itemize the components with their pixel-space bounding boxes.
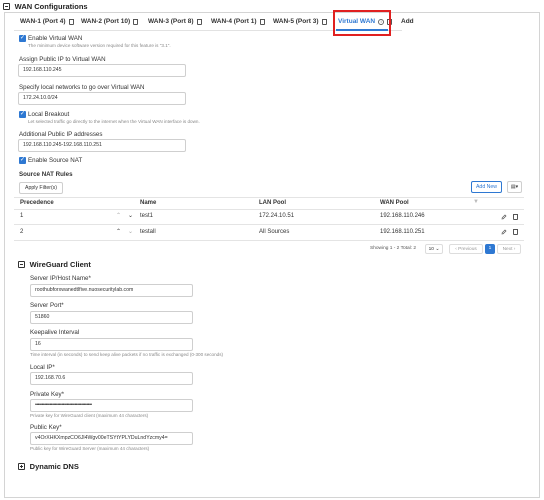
section-title: WAN Configurations <box>14 2 88 11</box>
expand-icon[interactable] <box>18 463 25 470</box>
next-button[interactable]: Next › <box>497 244 521 254</box>
keepalive-label: Keepalive Interval <box>30 329 80 336</box>
row-name: test1 <box>140 213 154 219</box>
chevron-down-icon: ⌄ <box>435 247 440 252</box>
col-lan-pool[interactable]: LAN Pool <box>259 200 286 206</box>
source-nat-label: Enable Source NAT <box>28 157 83 164</box>
edit-icon[interactable] <box>501 229 507 235</box>
dynamic-dns-header[interactable]: Dynamic DNS <box>18 462 79 471</box>
tab-wan-4[interactable]: WAN-4 (Port 1) <box>211 18 265 25</box>
server-input[interactable]: roothubforxwanedtlfive.nuosecuritylab.co… <box>30 284 193 297</box>
col-name[interactable]: Name <box>140 200 156 206</box>
row-wan-pool: 192.168.110.246 <box>380 213 425 219</box>
trash-icon[interactable] <box>133 18 139 25</box>
wan-config-header[interactable]: WAN Configurations <box>3 2 88 11</box>
row-lan-pool: 172.24.10.51 <box>259 213 295 219</box>
public-key-hint: Public key for WireGuard Server (maximum… <box>30 446 150 451</box>
enable-virtual-wan-label: Enable Virtual WAN <box>28 35 83 42</box>
edit-icon[interactable] <box>501 214 507 220</box>
tab-wan-2[interactable]: WAN-2 (Port 10) <box>81 18 139 25</box>
local-breakout-checkbox[interactable]: ✓ <box>19 111 26 118</box>
server-label: Server IP/Host Name* <box>30 275 91 282</box>
move-down-icon[interactable]: ⌄ <box>128 212 133 219</box>
enable-virtual-wan-checkbox[interactable]: ✓ <box>19 35 26 42</box>
local-ip-label: Local IP* <box>30 364 55 371</box>
additional-ips-label: Additional Public IP addresses <box>19 131 103 138</box>
trash-icon[interactable] <box>68 18 74 25</box>
columns-menu-button[interactable]: ▤▾ <box>507 181 522 193</box>
local-networks-label: Specify local networks to go over Virtua… <box>19 84 145 91</box>
move-up-icon[interactable]: ⌃ <box>116 228 121 235</box>
tab-wan-5[interactable]: WAN-5 (Port 3) <box>273 18 327 25</box>
trash-icon[interactable] <box>513 214 518 220</box>
tab-wan-3[interactable]: WAN-3 (Port 8) <box>148 18 202 25</box>
dynamic-dns-title: Dynamic DNS <box>29 462 79 471</box>
tab-label: WAN-5 (Port 3) <box>273 18 319 25</box>
page-size-value: 10 <box>428 247 434 252</box>
collapse-icon[interactable] <box>18 261 25 268</box>
next-label: Next <box>502 247 513 252</box>
row-name: testall <box>140 229 156 235</box>
public-key-label: Public Key* <box>30 424 62 431</box>
filter-icon[interactable]: ▼ <box>473 199 479 205</box>
table-bottom-border <box>14 240 524 241</box>
add-new-button[interactable]: Add New <box>471 181 502 193</box>
keepalive-input[interactable]: 16 <box>30 338 193 351</box>
page-size-select[interactable]: 10 ⌄ <box>425 244 443 254</box>
assign-ip-label: Assign Public IP to Virtual WAN <box>19 56 106 63</box>
nat-rules-title: Source NAT Rules <box>19 171 73 178</box>
tab-label: Add <box>401 18 414 25</box>
private-key-hint: Private key for WireGuard client (maximu… <box>30 413 149 418</box>
local-breakout-hint: Let selected traffic go directly to the … <box>28 119 200 124</box>
move-down-icon[interactable]: ⌄ <box>128 228 133 235</box>
private-key-input[interactable]: ••••••••••••••••••••••••••••••••••••••••… <box>30 399 193 412</box>
keepalive-hint: Time interval (in seconds) to send keep … <box>30 352 224 357</box>
additional-ips-input[interactable]: 192.168.110.245-192.168.110.251 <box>18 139 186 152</box>
showing-text: Showing 1 - 2 Total: 2 <box>370 246 417 251</box>
enable-virtual-wan-hint: The minimum device software version requ… <box>28 43 171 48</box>
col-precedence[interactable]: Precedence <box>20 200 54 206</box>
server-port-input[interactable]: 51860 <box>30 311 193 324</box>
row-precedence: 1 <box>20 213 24 219</box>
wireguard-title: WireGuard Client <box>29 260 91 269</box>
tab-label: WAN-2 (Port 10) <box>81 18 131 25</box>
tab-add[interactable]: Add <box>401 18 414 25</box>
tab-label: WAN-4 (Port 1) <box>211 18 257 25</box>
tab-label: WAN-3 (Port 8) <box>148 18 194 25</box>
local-breakout-label: Local Breakout <box>28 111 70 118</box>
private-key-label: Private Key* <box>30 391 65 398</box>
row-precedence: 2 <box>20 229 24 235</box>
tab-wan-1[interactable]: WAN-1 (Port 4) <box>20 18 74 25</box>
row-lan-pool: All Sources <box>259 229 290 235</box>
assign-ip-input[interactable]: 192.168.110.245 <box>18 64 186 77</box>
previous-label: Previous <box>458 247 477 252</box>
previous-button[interactable]: ‹ Previous <box>449 244 483 254</box>
server-port-label: Server Port* <box>30 302 64 309</box>
table-top-border <box>14 197 524 198</box>
row-wan-pool: 192.168.110.251 <box>380 229 425 235</box>
collapse-icon[interactable] <box>3 3 10 10</box>
local-ip-input[interactable]: 192.168.70.6 <box>30 372 193 385</box>
page-1-button[interactable]: 1 <box>485 244 495 254</box>
source-nat-checkbox[interactable]: ✓ <box>19 157 26 164</box>
wireguard-header[interactable]: WireGuard Client <box>18 260 91 269</box>
trash-icon[interactable] <box>321 18 327 25</box>
public-key-input[interactable]: v4OrXHKXmpzCO6Jl4Wgv00eTSYtYPLYDuLndYzcm… <box>30 432 193 445</box>
trash-icon[interactable] <box>259 18 265 25</box>
move-up-icon[interactable]: ⌃ <box>116 212 121 219</box>
trash-icon[interactable] <box>196 18 202 25</box>
columns-icon: ▤▾ <box>510 184 519 190</box>
local-networks-input[interactable]: 172.24.10.0/24 <box>18 92 186 105</box>
tab-label: WAN-1 (Port 4) <box>20 18 66 25</box>
trash-icon[interactable] <box>513 229 518 235</box>
apply-filters-button[interactable]: Apply Filter(s) <box>19 182 63 194</box>
highlight-box <box>333 10 391 36</box>
col-wan-pool[interactable]: WAN Pool <box>380 200 409 206</box>
